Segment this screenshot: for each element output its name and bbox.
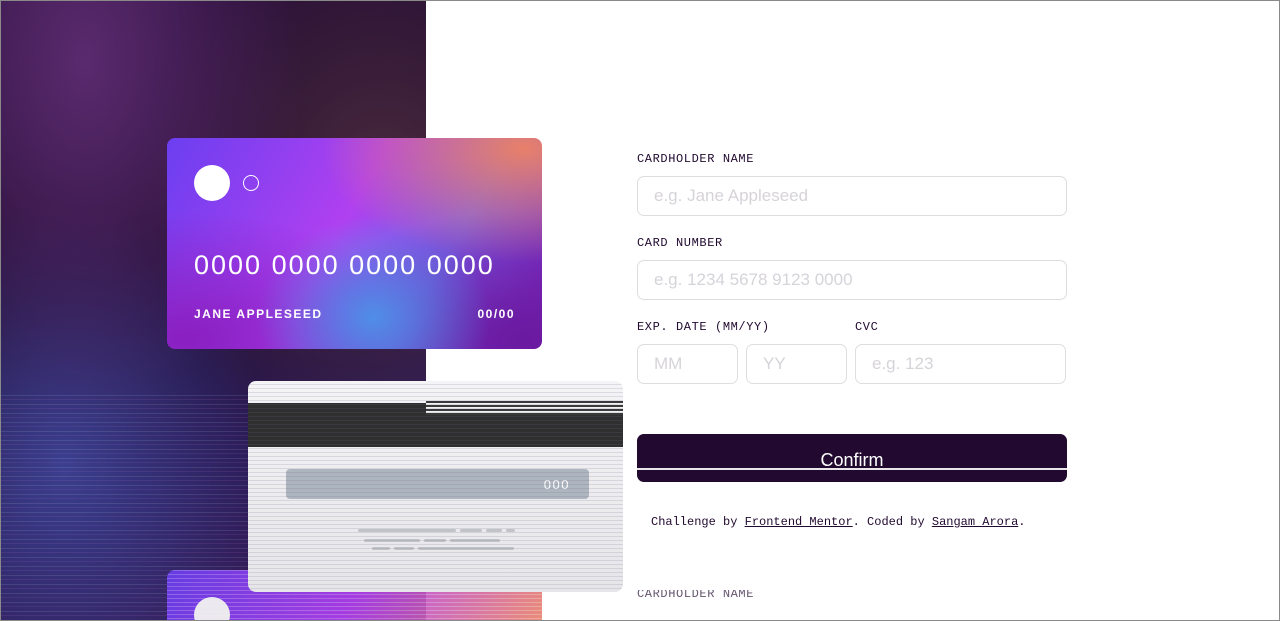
attribution-footer: Challenge by Frontend Mentor. Coded by S…	[651, 515, 1026, 529]
cardholder-name-label: CARDHOLDER NAME	[637, 152, 755, 166]
card-front: 0000 0000 0000 0000 JANE APPLESEED 00/00	[167, 138, 542, 349]
author-link[interactable]: Sangam Arora	[932, 515, 1018, 529]
card-back: 000	[248, 381, 623, 592]
expiry-group: EXP. DATE (MM/YY)	[637, 320, 847, 384]
card-front-number: 0000 0000 0000 0000	[194, 250, 495, 280]
card-front-name: JANE APPLESEED	[194, 307, 323, 321]
confirm-button[interactable]: Confirm	[637, 434, 1067, 482]
cvc-input[interactable]	[855, 344, 1066, 384]
cardholder-name-group: CARDHOLDER NAME	[637, 152, 1067, 216]
card-number-input[interactable]	[637, 260, 1067, 300]
confirm-button-label: Confirm	[820, 449, 884, 470]
expiry-month-input[interactable]	[637, 344, 738, 384]
card-logo-circle	[194, 165, 230, 201]
card-logo-ring	[243, 175, 259, 191]
frontend-mentor-link[interactable]: Frontend Mentor	[745, 515, 853, 529]
glitch-lines	[637, 468, 1067, 470]
cardholder-name-input[interactable]	[637, 176, 1067, 216]
attribution-middle: . Coded by	[852, 515, 932, 529]
expiry-date-label: EXP. DATE (MM/YY)	[637, 320, 770, 334]
attribution-suffix: .	[1018, 515, 1026, 529]
card-details-form: CARDHOLDER NAME CARD NUMBER EXP. DATE (M…	[637, 152, 1067, 529]
duplicate-cardholder-name-label: CARDHOLDER NAME	[637, 590, 755, 598]
card-front-expiry: 00/00	[477, 307, 515, 321]
card-number-group: CARD NUMBER	[637, 236, 1067, 300]
glitch-lines	[248, 381, 623, 592]
attribution-prefix: Challenge by	[651, 515, 745, 529]
card-number-label: CARD NUMBER	[637, 236, 723, 250]
expiry-year-input[interactable]	[746, 344, 847, 384]
expiry-cvc-row: EXP. DATE (MM/YY) CVC	[637, 320, 1067, 384]
expiry-inputs	[637, 344, 847, 384]
cvc-group: CVC	[855, 320, 1066, 384]
cvc-label: CVC	[855, 320, 879, 334]
